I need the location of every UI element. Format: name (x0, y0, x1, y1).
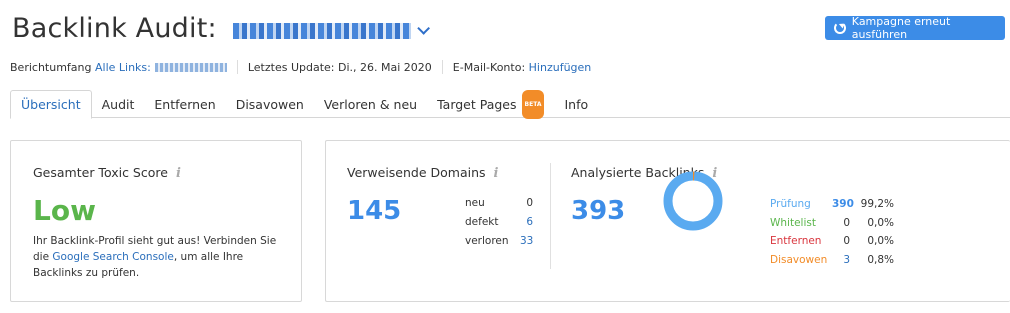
list-item: defekt 6 (465, 212, 533, 231)
tab-label: Entfernen (154, 96, 216, 112)
domains-backlinks-panel: Verweisende Domains i 145 neu 0 defekt 6 … (325, 140, 1010, 302)
title-row: Backlink Audit: (12, 8, 430, 48)
legend-label: Entfernen (770, 235, 822, 248)
legend-label: Whitelist (770, 216, 816, 229)
toxic-description: Ihr Backlink-Profil sieht gut aus! Verbi… (33, 233, 293, 281)
donut-ring (663, 171, 723, 231)
tab-audit[interactable]: Audit (92, 90, 145, 118)
tab-bar: Übersicht Audit Entfernen Disavowen Verl… (10, 89, 1010, 119)
beta-badge: BETA (521, 89, 545, 119)
google-search-console-link[interactable]: Google Search Console (52, 251, 173, 263)
tab-label: Verloren & neu (323, 96, 418, 112)
referring-domains-title: Verweisende Domains (347, 165, 486, 180)
tab-label: Übersicht (21, 97, 81, 112)
backlinks-donut-chart (663, 171, 723, 231)
tab-label: Disavowen (235, 96, 304, 112)
last-update: Letztes Update: Di., 26. Mai 2020 (247, 60, 432, 74)
row-value[interactable]: 33 (520, 235, 533, 247)
tab-target-pages[interactable]: Target Pages BETA (427, 89, 554, 119)
chevron-down-icon[interactable] (417, 21, 430, 35)
toxic-score-panel: Gesamter Toxic Score i Low Ihr Backlink-P… (10, 140, 302, 302)
legend-value[interactable]: 390 (832, 198, 854, 210)
meta-row: Berichtumfang Alle Links: Letztes Update… (10, 60, 591, 74)
legend-percent: 99,2% (860, 198, 894, 211)
legend-value[interactable]: 3 (832, 254, 850, 266)
list-item: verloren 33 (465, 231, 533, 250)
legend-label: Disavowen (770, 253, 828, 266)
scope-label: Berichtumfang (10, 60, 92, 74)
blurred-domain[interactable] (232, 23, 411, 39)
legend-label: Prüfung (770, 198, 811, 211)
row-label: defekt (465, 215, 499, 228)
legend-value: 0 (843, 235, 850, 248)
referring-breakdown: neu 0 defekt 6 verloren 33 (465, 193, 533, 250)
legend-item-entfernen[interactable]: Entfernen 0 0,0% (770, 232, 894, 251)
divider (441, 60, 443, 74)
legend-percent: 0,8% (867, 253, 894, 266)
tab-lost-new[interactable]: Verloren & neu (314, 90, 427, 118)
list-item: neu 0 (465, 193, 533, 212)
row-value[interactable]: 6 (520, 216, 533, 228)
tab-disavow[interactable]: Disavowen (226, 90, 314, 118)
toxic-score-value: Low (33, 194, 96, 227)
row-label: verloren (465, 234, 509, 247)
tab-remove[interactable]: Entfernen (144, 90, 225, 118)
analyzed-backlinks-total[interactable]: 393 (571, 196, 625, 226)
row-value: 0 (526, 196, 533, 209)
refresh-icon (834, 22, 846, 34)
referring-domains-total[interactable]: 145 (347, 196, 401, 226)
info-icon[interactable]: i (494, 166, 499, 181)
tab-label: Audit (101, 96, 135, 112)
legend-item-pruefung[interactable]: Prüfung 390 99,2% (770, 195, 894, 214)
toxic-title: Gesamter Toxic Score (33, 165, 168, 180)
email-add-link[interactable]: Hinzufügen (529, 61, 592, 74)
tab-label: Target Pages (437, 96, 517, 112)
blurred-scope-domain[interactable] (154, 62, 227, 72)
email-label: E-Mail-Konto: (452, 60, 526, 74)
tab-info[interactable]: Info (554, 90, 598, 118)
tab-overview[interactable]: Übersicht (10, 90, 92, 119)
legend-item-whitelist[interactable]: Whitelist 0 0,0% (770, 214, 894, 233)
row-label: neu (465, 196, 485, 209)
legend-percent: 0,0% (867, 235, 894, 248)
legend-item-disavowen[interactable]: Disavowen 3 0,8% (770, 251, 894, 270)
rerun-campaign-label: Kampagne erneut ausführen (851, 15, 951, 41)
legend-value: 0 (843, 216, 850, 229)
info-icon[interactable]: i (176, 166, 181, 181)
tab-label: Info (564, 96, 589, 112)
divider (550, 163, 551, 269)
scope-link[interactable]: Alle Links: (95, 61, 151, 74)
backlinks-legend: Prüfung 390 99,2% Whitelist 0 0,0% Entfe… (770, 195, 894, 269)
legend-percent: 0,0% (867, 216, 894, 229)
panel-title: Verweisende Domains i (347, 165, 499, 181)
divider (236, 60, 238, 74)
page-title: Backlink Audit: (12, 12, 217, 44)
rerun-campaign-button[interactable]: Kampagne erneut ausführen (825, 15, 1005, 41)
panel-title: Gesamter Toxic Score i (33, 165, 181, 181)
